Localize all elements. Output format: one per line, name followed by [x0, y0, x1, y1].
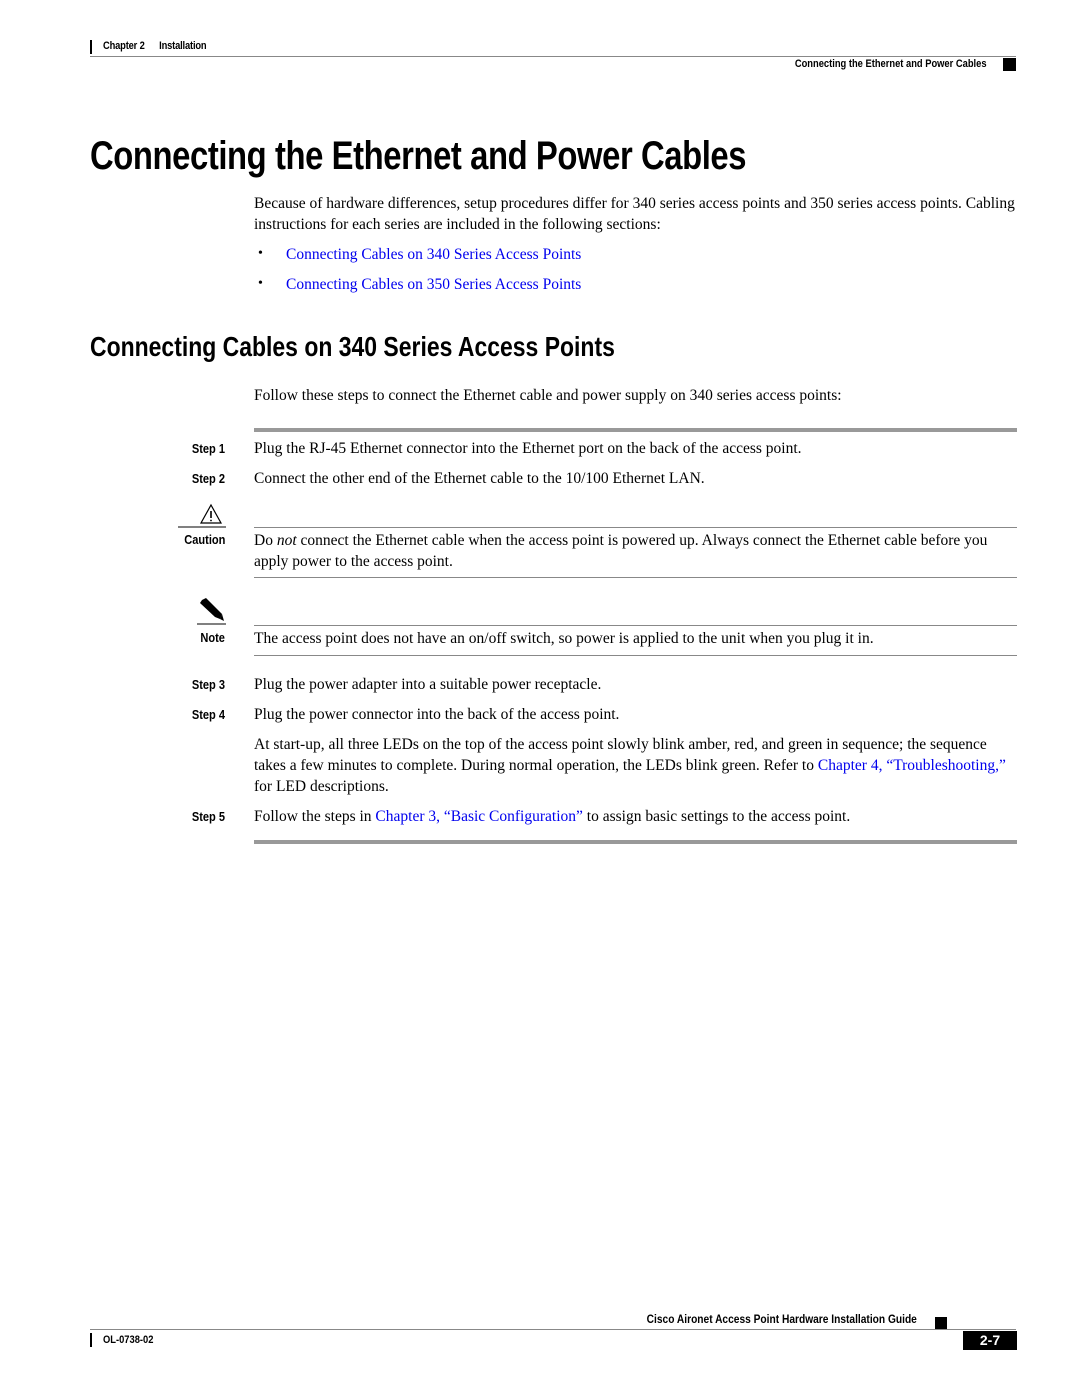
- step-5-label: Step 5: [191, 809, 225, 824]
- step-1-text: Plug the RJ-45 Ethernet connector into t…: [254, 440, 802, 457]
- step-5-text-post: to assign basic settings to the access p…: [582, 808, 851, 825]
- step-4-detail: At start-up, all three LEDs on the top o…: [254, 734, 1019, 797]
- note-bottom-rule: [254, 655, 1017, 656]
- step-3-label: Step 3: [191, 677, 225, 692]
- note-pencil-icon: [196, 597, 226, 625]
- caution-icon: [178, 503, 226, 529]
- header-chapter: Chapter 2 Installation: [103, 40, 207, 52]
- steps-top-rule: [254, 428, 1017, 432]
- page-number: 2-7: [963, 1331, 1017, 1350]
- step-5-text: Follow the steps in Chapter 3, “Basic Co…: [254, 806, 1019, 827]
- footer-rule: [90, 1329, 1016, 1330]
- caution-label: Caution: [183, 532, 225, 547]
- step-4-text: Plug the power connector into the back o…: [254, 706, 620, 723]
- caution-top-rule: [254, 527, 1017, 528]
- header-section-title: Connecting the Ethernet and Power Cables: [795, 58, 987, 70]
- link-chapter-3-basic-configuration[interactable]: Chapter 3, “Basic Configuration”: [375, 808, 582, 825]
- section-title: Connecting Cables on 340 Series Access P…: [90, 331, 615, 362]
- step-1-label: Step 1: [191, 441, 225, 456]
- bullet-icon: •: [258, 276, 263, 291]
- bullet-icon: •: [258, 246, 263, 261]
- caution-text-post: connect the Ethernet cable when the acce…: [254, 532, 988, 570]
- header-bar: [90, 40, 92, 54]
- caution-bottom-rule: [254, 577, 1017, 578]
- intro-paragraph: Because of hardware differences, setup p…: [254, 195, 1015, 233]
- note-label: Note: [200, 630, 225, 645]
- caution-emphasis: not: [276, 532, 297, 549]
- step-3-text: Plug the power adapter into a suitable p…: [254, 676, 602, 693]
- step-5-text-pre: Follow the steps in: [254, 808, 376, 825]
- step-2-text: Connect the other end of the Ethernet ca…: [254, 470, 705, 487]
- footer-doc-number: OL-0738-02: [103, 1334, 154, 1346]
- step-4-label: Step 4: [191, 707, 225, 722]
- step-2-label: Step 2: [191, 471, 225, 486]
- steps-bottom-rule: [254, 840, 1017, 844]
- caution-text: Do not connect the Ethernet cable when t…: [254, 530, 1019, 572]
- footer-bar: [90, 1333, 92, 1347]
- header-square-marker: [1003, 58, 1016, 71]
- step-4-detail-post: for LED descriptions.: [254, 778, 389, 795]
- footer-guide-title: Cisco Aironet Access Point Hardware Inst…: [646, 1312, 917, 1326]
- note-top-rule: [254, 625, 1017, 626]
- header-rule: [90, 56, 1016, 57]
- link-350-series[interactable]: Connecting Cables on 350 Series Access P…: [286, 274, 581, 295]
- caution-text-pre: Do: [254, 532, 277, 549]
- page-title: Connecting the Ethernet and Power Cables: [90, 134, 747, 178]
- link-340-series[interactable]: Connecting Cables on 340 Series Access P…: [286, 244, 581, 265]
- link-chapter-4-troubleshooting[interactable]: Chapter 4, “Troubleshooting,”: [818, 757, 1006, 774]
- note-text: The access point does not have an on/off…: [254, 630, 874, 647]
- section-intro: Follow these steps to connect the Ethern…: [254, 387, 842, 404]
